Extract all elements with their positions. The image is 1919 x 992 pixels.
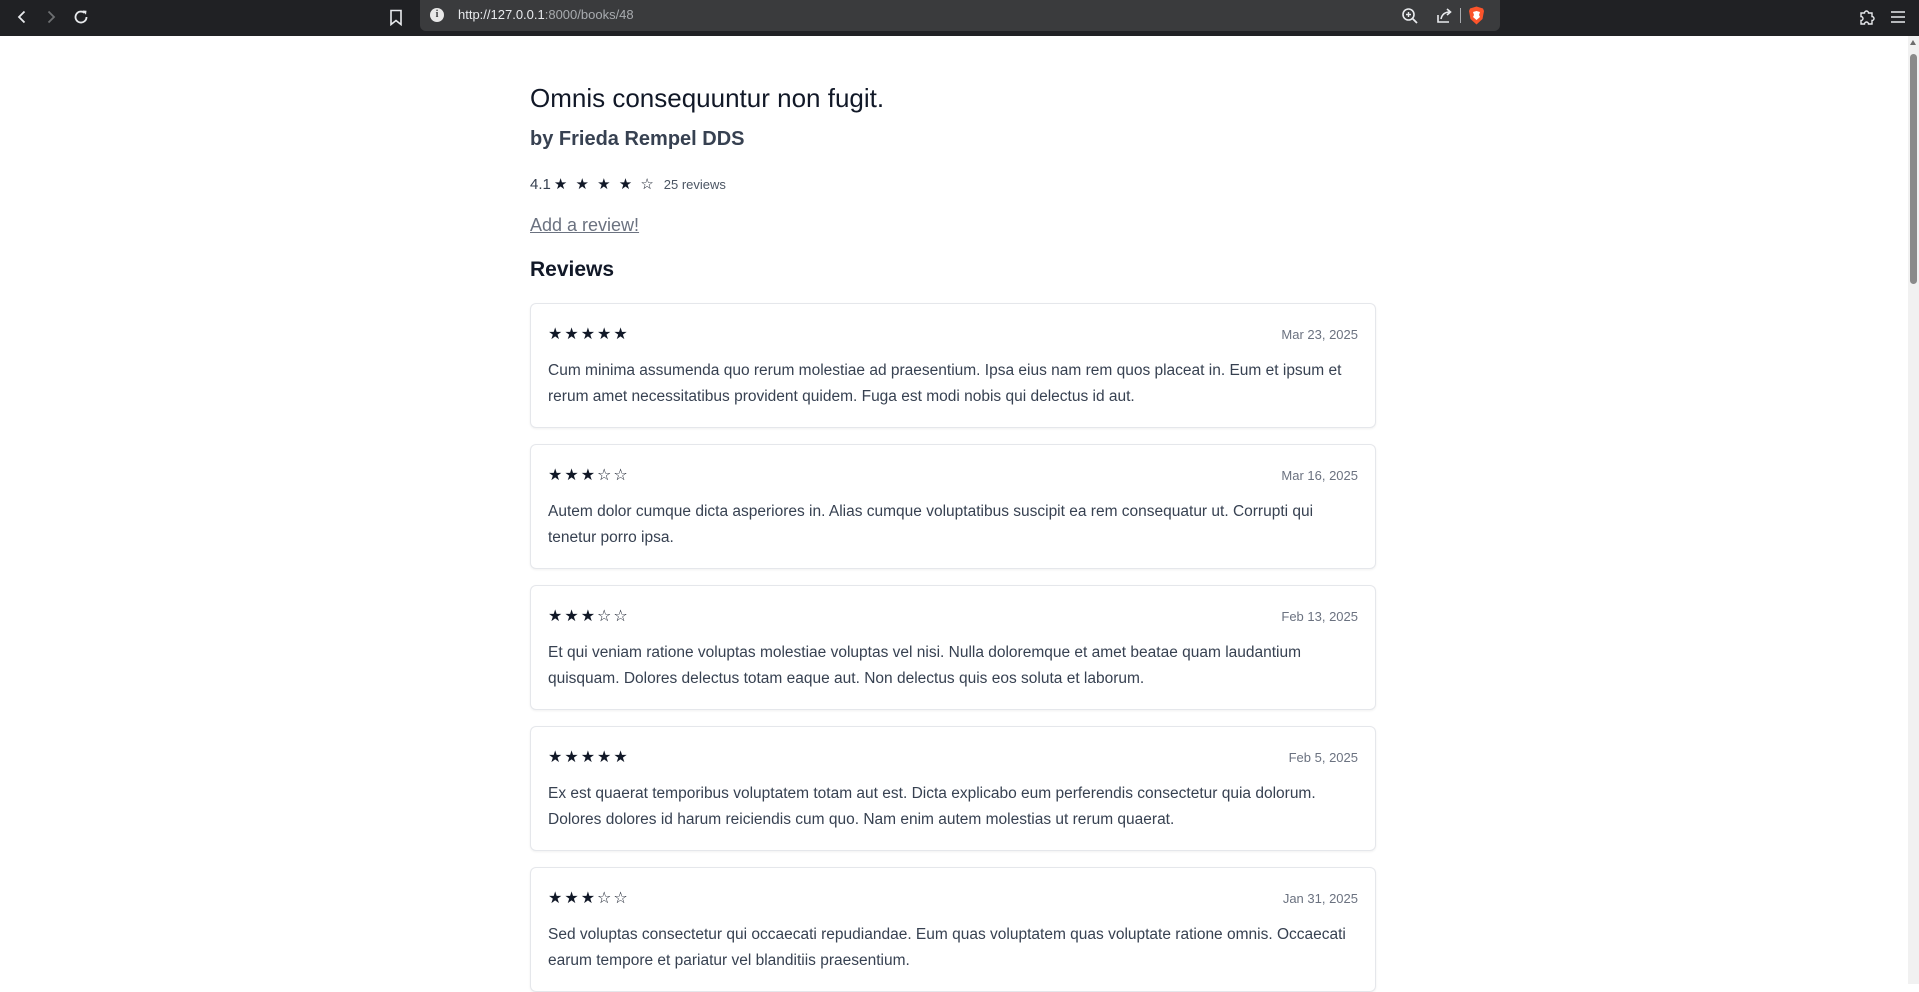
address-bar[interactable]: i http://127.0.0.1:8000/books/48 (420, 0, 1500, 31)
bookmark-button[interactable] (382, 3, 410, 31)
review-body: Et qui veniam ratione voluptas molestiae… (548, 644, 1302, 687)
average-rating: 4.1 (530, 175, 551, 193)
forward-button[interactable] (37, 3, 65, 31)
bookmark-icon (390, 9, 402, 26)
browser-toolbar: i http://127.0.0.1:8000/books/48 (0, 0, 1919, 36)
book-title: Omnis consequuntur non fugit. (530, 83, 885, 113)
chevron-right-icon (47, 10, 56, 24)
zoom-button[interactable] (1397, 3, 1423, 29)
scrollbar-thumb[interactable] (1910, 54, 1917, 284)
brave-shields-icon[interactable] (1468, 6, 1485, 25)
review-stars: ★★★★★ (548, 747, 630, 766)
review-date: Feb 5, 2025 (1288, 750, 1358, 765)
review-stars: ★★★☆☆ (548, 606, 630, 625)
review-card: ★★★★★ Mar 23, 2025 Cum minima assumenda … (530, 303, 1376, 428)
zoom-in-icon (1402, 8, 1418, 24)
reload-icon (74, 10, 88, 24)
review-count: 25 reviews (663, 176, 726, 192)
reload-button[interactable] (67, 3, 95, 31)
review-date: Feb 13, 2025 (1281, 609, 1358, 624)
puzzle-icon (1860, 10, 1875, 25)
review-date: Jan 31, 2025 (1282, 891, 1358, 906)
url-path: :8000/books/48 (544, 7, 634, 22)
url-host: http://127.0.0.1 (458, 7, 545, 22)
url-text[interactable]: http://127.0.0.1:8000/books/48 (458, 7, 634, 22)
review-card: ★★★★★ Feb 5, 2025 Ex est quaerat tempori… (530, 726, 1376, 851)
hamburger-menu-icon (1891, 11, 1905, 23)
scroll-up-arrow-icon[interactable] (1910, 40, 1916, 45)
url-separator (1460, 8, 1461, 23)
review-card: ★★★☆☆ Mar 16, 2025 Autem dolor cumque di… (530, 444, 1376, 569)
share-button[interactable] (1431, 3, 1457, 29)
review-card: ★★★☆☆ Jan 31, 2025 Sed voluptas consecte… (530, 867, 1376, 992)
rating-summary: 4.1 ★ ★ ★ ★ ☆ 25 reviews (530, 175, 726, 194)
review-body: Ex est quaerat temporibus voluptatem tot… (548, 785, 1316, 828)
review-date: Mar 23, 2025 (1281, 327, 1358, 342)
review-body: Sed voluptas consectetur qui occaecati r… (548, 926, 1346, 969)
share-icon (1437, 8, 1452, 23)
extensions-button[interactable] (1853, 3, 1881, 31)
menu-button[interactable] (1884, 3, 1912, 31)
back-button[interactable] (8, 3, 36, 31)
review-stars: ★★★☆☆ (548, 465, 630, 484)
chevron-left-icon (17, 10, 26, 24)
review-body: Cum minima assumenda quo rerum molestiae… (548, 362, 1342, 405)
site-info-icon[interactable]: i (430, 8, 444, 22)
reviews-heading: Reviews (530, 258, 615, 281)
review-body: Autem dolor cumque dicta asperiores in. … (548, 503, 1314, 546)
add-review-link[interactable]: Add a review! (530, 215, 639, 236)
review-date: Mar 16, 2025 (1281, 468, 1358, 483)
book-author: by Frieda Rempel DDS (530, 128, 745, 150)
review-stars: ★★★☆☆ (548, 888, 630, 907)
average-rating-stars: ★ ★ ★ ★ ☆ (553, 176, 656, 193)
review-card: ★★★☆☆ Feb 13, 2025 Et qui veniam ratione… (530, 585, 1376, 710)
page-scrollbar[interactable] (1908, 36, 1919, 984)
review-stars: ★★★★★ (548, 324, 630, 343)
